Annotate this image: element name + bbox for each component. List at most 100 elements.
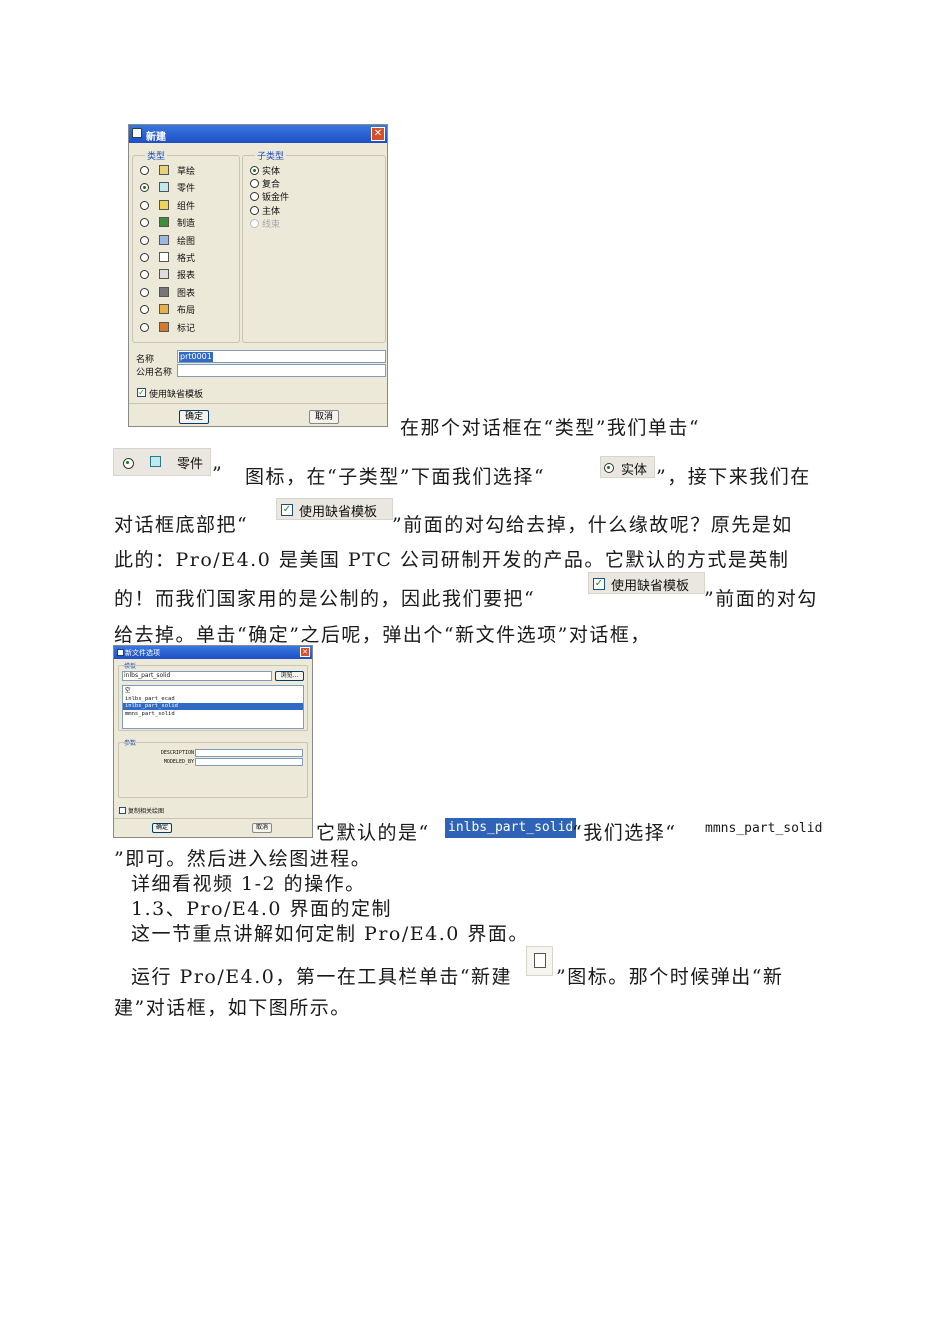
subtype-radio-1[interactable] bbox=[250, 166, 259, 175]
text-line-5b: ”前面的对勾 bbox=[704, 588, 818, 610]
param-name: MODELED_BY bbox=[163, 759, 194, 765]
part-radio-image: 零件 bbox=[113, 448, 211, 476]
type-label-8: 图表 bbox=[177, 288, 196, 299]
window-icon bbox=[132, 128, 142, 138]
type-label-2: 零件 bbox=[177, 184, 196, 195]
divider bbox=[129, 403, 387, 404]
text-line-2b: 图标，在“子类型”下面我们选择“ bbox=[245, 466, 546, 488]
new-dialog-titlebar: 新建 ✕ bbox=[129, 125, 387, 143]
type-label-3: 组件 bbox=[177, 201, 196, 212]
text-line-2c: ”，接下来我们在 bbox=[656, 466, 811, 488]
text-line-10: 1.3、Pro/E4.0 界面的定制 bbox=[131, 898, 393, 920]
checkbox-checked-icon: ✓ bbox=[593, 578, 605, 590]
type-label-6: 格式 bbox=[177, 254, 196, 264]
file-options-title: 新文件选项 bbox=[125, 649, 160, 657]
default-template-image-2: ✓ 使用缺省模板 bbox=[588, 572, 705, 594]
new-file-options-dialog: 新文件选项 ✕ 模板 inlbs_part_solid 浏览... 空 inlbs… bbox=[113, 645, 313, 838]
template-list-item[interactable]: inlbs_part_ecad bbox=[123, 696, 303, 703]
param-value-input[interactable] bbox=[195, 749, 303, 757]
solid-radio-image: 实体 bbox=[600, 456, 655, 478]
subtype-label-2: 复合 bbox=[262, 180, 281, 191]
cancel-button[interactable]: 取消 bbox=[309, 410, 339, 424]
part-icon bbox=[150, 456, 161, 467]
type-radio-6[interactable] bbox=[140, 253, 149, 262]
divider bbox=[114, 818, 312, 819]
new-dialog: 新建 ✕ 类型 草绘 零件 组件 制造 绘图 格式 报表 图表 布局 标记 子类型 实体 复合 钣金件… bbox=[128, 124, 388, 427]
text-line-9: 详细看视频 1-2 的操作。 bbox=[131, 873, 366, 895]
file-options-titlebar: 新文件选项 ✕ bbox=[114, 646, 312, 659]
text-line-1: 在那个对话框在“类型”我们单击“ bbox=[400, 417, 701, 439]
subtype-radio-4[interactable] bbox=[250, 205, 259, 215]
type-label-1: 草绘 bbox=[177, 167, 196, 177]
type-icon-5 bbox=[159, 234, 169, 245]
type-icon-2 bbox=[159, 182, 169, 193]
common-name-label: 公用名称 bbox=[136, 368, 173, 378]
text-line-2a: ” bbox=[212, 463, 224, 485]
close-icon[interactable]: ✕ bbox=[300, 647, 310, 657]
name-input[interactable]: prt0001 bbox=[177, 350, 386, 363]
param-name: DESCRIPTION bbox=[160, 750, 194, 756]
subtype-label-4: 主体 bbox=[262, 206, 281, 217]
type-icon-4 bbox=[159, 217, 169, 228]
cancel-button[interactable]: 取消 bbox=[252, 823, 272, 833]
new-dialog-title: 新建 bbox=[146, 132, 166, 143]
default-template-checkbox[interactable]: ✓ bbox=[137, 388, 146, 397]
name-label: 名称 bbox=[136, 355, 155, 365]
type-radio-10[interactable] bbox=[140, 322, 149, 332]
subtype-label-3: 钣金件 bbox=[262, 193, 290, 204]
text-line-6: 给去掉。单击“确定”之后呢，弹出个“新文件选项”对话框， bbox=[114, 624, 651, 646]
text-line-4: 此的：Pro/E4.0 是美国 PTC 公司研制开发的产品。它默认的方式是英制 bbox=[114, 549, 790, 571]
type-label-4: 制造 bbox=[177, 219, 196, 230]
type-label-9: 布局 bbox=[177, 306, 196, 317]
subtype-group-label: 子类型 bbox=[255, 149, 287, 162]
subtype-label-1: 实体 bbox=[262, 167, 281, 177]
ok-button[interactable]: 确定 bbox=[152, 823, 172, 833]
type-radio-1[interactable] bbox=[140, 166, 149, 175]
type-icon-7 bbox=[159, 269, 169, 280]
browse-button[interactable]: 浏览... bbox=[275, 671, 304, 681]
radio-selected-icon bbox=[604, 463, 614, 473]
copy-drawing-label: 复制相关绘图 bbox=[128, 808, 165, 815]
type-radio-5[interactable] bbox=[140, 235, 149, 245]
checkbox-checked-icon: ✓ bbox=[281, 504, 293, 516]
text-line-7b: “我们选择“ bbox=[572, 822, 677, 844]
ok-button[interactable]: 确定 bbox=[179, 410, 209, 424]
solid-chip-label: 实体 bbox=[621, 463, 648, 478]
type-label-5: 绘图 bbox=[177, 236, 196, 247]
template-list-item[interactable]: mmns_part_solid bbox=[123, 711, 303, 718]
text-line-5a: 的！而我们国家用的是公制的，因此我们要把“ bbox=[114, 588, 536, 610]
new-file-icon-image bbox=[526, 946, 553, 976]
common-name-input[interactable] bbox=[177, 364, 386, 377]
copy-drawing-checkbox[interactable] bbox=[119, 807, 126, 814]
type-icon-3 bbox=[159, 199, 169, 210]
type-icon-10 bbox=[159, 321, 169, 332]
new-file-icon bbox=[534, 953, 546, 968]
close-icon[interactable]: ✕ bbox=[371, 127, 385, 141]
window-icon bbox=[117, 649, 124, 656]
template-chip-label-2: 使用缺省模板 bbox=[611, 579, 690, 594]
type-radio-3[interactable] bbox=[140, 200, 149, 210]
text-line-3b: ”前面的对勾给去掉，什么缘故呢？原先是如 bbox=[392, 514, 793, 536]
template-list-item[interactable]: inlbs_part_solid bbox=[123, 703, 303, 710]
text-line-12b: ”图标。那个时候弹出“新 bbox=[556, 966, 784, 988]
text-line-3a: 对话框底部把“ bbox=[114, 514, 249, 536]
param-value-input[interactable] bbox=[195, 758, 303, 766]
type-radio-8[interactable] bbox=[140, 287, 149, 297]
default-template-label: 使用缺省模板 bbox=[149, 390, 204, 400]
part-chip-label: 零件 bbox=[177, 457, 204, 472]
subtype-radio-5 bbox=[250, 218, 259, 228]
template-chip-label: 使用缺省模板 bbox=[299, 505, 378, 520]
name-input-value: prt0001 bbox=[179, 352, 213, 362]
type-label-7: 报表 bbox=[177, 271, 196, 282]
chosen-template-text: mmns_part_solid bbox=[705, 821, 823, 836]
text-line-13: 建”对话框，如下图所示。 bbox=[114, 997, 351, 1019]
radio-selected-icon bbox=[123, 458, 134, 469]
type-group-label: 类型 bbox=[145, 149, 168, 162]
template-list-item[interactable]: 空 bbox=[123, 688, 303, 695]
subtype-label-5: 线束 bbox=[262, 219, 281, 230]
template-list[interactable]: 空 inlbs_part_ecad inlbs_part_solid mmns_par… bbox=[122, 685, 304, 729]
text-line-7a: 它默认的是“ bbox=[316, 822, 430, 844]
template-input[interactable]: inlbs_part_solid bbox=[122, 671, 272, 681]
text-line-8: ”即可。然后进入绘图进程。 bbox=[114, 848, 372, 870]
default-template-highlight: inlbs_part_solid bbox=[445, 818, 577, 838]
